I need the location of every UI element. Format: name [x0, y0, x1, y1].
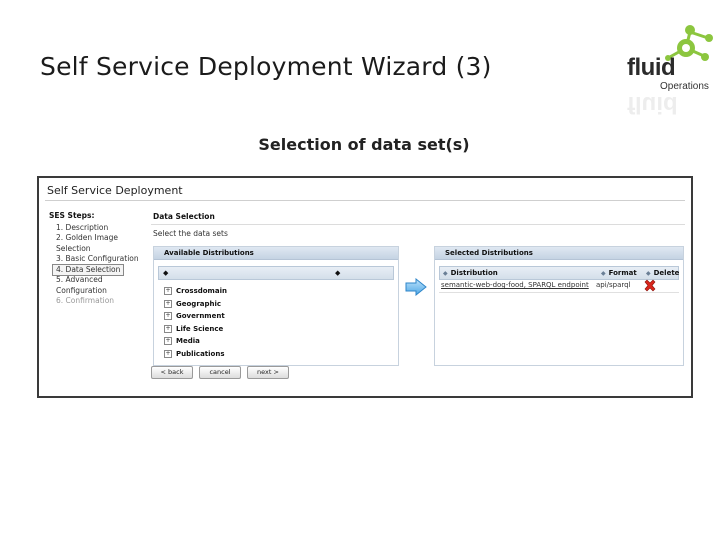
selected-distributions-panel: Selected Distributions ◆ Distribution ◆ Fo…	[434, 246, 684, 366]
slide-subtitle: Selection of data set(s)	[258, 135, 470, 154]
logo-brand: fluid	[627, 54, 676, 81]
back-button[interactable]: < back	[151, 366, 193, 379]
expand-icon[interactable]: +	[164, 349, 172, 358]
tree-node-life-science[interactable]: + Life Science	[164, 323, 227, 336]
tree-node-geographic[interactable]: + Geographic	[164, 298, 227, 311]
available-column-header[interactable]: ◆ ◆	[158, 266, 394, 280]
cancel-button[interactable]: cancel	[199, 366, 241, 379]
expand-icon[interactable]: +	[164, 337, 172, 346]
sort-arrow-icon[interactable]: ◆	[163, 267, 168, 279]
column-format[interactable]: ◆ Format	[601, 267, 637, 279]
selected-column-header: ◆ Distribution ◆ Format ◆ Delete	[439, 266, 679, 280]
expand-icon[interactable]: +	[164, 312, 172, 321]
sort-arrow-icon: ◆	[646, 270, 651, 277]
tree-node-media[interactable]: + Media	[164, 335, 227, 348]
distribution-link[interactable]: semantic-web-dog-food, SPARQL endpoint	[441, 281, 589, 289]
move-right-arrow-icon[interactable]	[405, 278, 427, 296]
column-delete[interactable]: ◆ Delete	[646, 267, 679, 279]
app-title: Self Service Deployment	[47, 184, 183, 197]
column-distribution[interactable]: ◆ Distribution	[443, 267, 498, 279]
step-description[interactable]: 1. Description	[49, 223, 149, 234]
section-title: Data Selection	[153, 212, 215, 221]
step-advanced-config[interactable]: 5. Advanced Configuration	[49, 275, 149, 296]
format-value: api/sparql	[596, 281, 631, 289]
distribution-tree: + Crossdomain + Geographic + Government + Li…	[164, 285, 227, 360]
steps-header: SES Steps:	[49, 211, 95, 220]
step-golden-image[interactable]: 2. Golden Image Selection	[49, 233, 149, 254]
slide-title: Self Service Deployment Wizard (3)	[40, 52, 492, 81]
step-confirmation: 6. Confirmation	[56, 296, 115, 305]
logo-reflection: fluid	[627, 91, 678, 118]
available-panel-header: Available Distributions	[154, 247, 398, 260]
fluid-operations-logo: fluid Operations fluid	[620, 20, 720, 118]
step-data-selection[interactable]: 4. Data Selection	[51, 263, 125, 276]
tree-node-government[interactable]: + Government	[164, 310, 227, 323]
delete-icon[interactable]	[643, 279, 657, 293]
app-window: Self Service Deployment SES Steps: 1. De…	[37, 176, 693, 398]
expand-icon[interactable]: +	[164, 287, 172, 296]
sort-arrow-icon: ◆	[601, 270, 606, 277]
expand-icon[interactable]: +	[164, 299, 172, 308]
sort-arrow-icon: ◆	[443, 270, 448, 277]
divider	[45, 200, 685, 201]
selected-panel-header: Selected Distributions	[435, 247, 683, 260]
tree-node-publications[interactable]: + Publications	[164, 348, 227, 361]
available-distributions-panel: Available Distributions ◆ ◆ + Crossdomain…	[153, 246, 399, 366]
sort-arrow-icon[interactable]: ◆	[335, 267, 340, 279]
table-row: semantic-web-dog-food, SPARQL endpoint a…	[439, 279, 679, 293]
steps-sidebar: SES Steps: 1. Description 2. Golden Imag…	[49, 211, 149, 307]
divider	[151, 224, 685, 225]
expand-icon[interactable]: +	[164, 324, 172, 333]
step-basic-config[interactable]: 3. Basic Configuration	[49, 254, 149, 265]
section-subtitle: Select the data sets	[153, 229, 228, 238]
tree-node-crossdomain[interactable]: + Crossdomain	[164, 285, 227, 298]
next-button[interactable]: next >	[247, 366, 289, 379]
